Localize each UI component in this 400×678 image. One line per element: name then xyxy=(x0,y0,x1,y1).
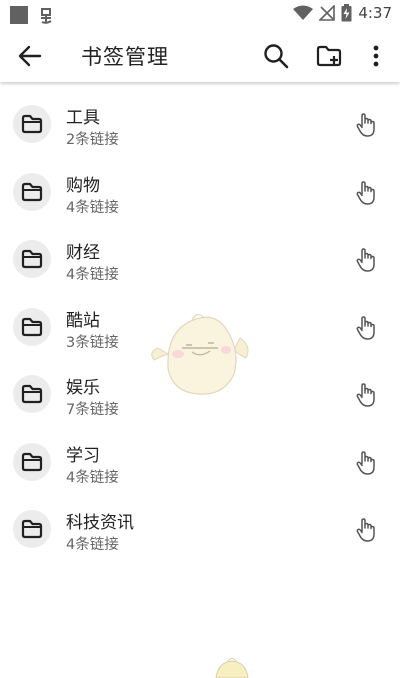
folder-icon xyxy=(13,105,51,143)
folder-row[interactable]: 科技资讯 4条链接 xyxy=(0,495,400,563)
drag-handle-icon[interactable] xyxy=(353,381,379,409)
folder-name: 科技资讯 xyxy=(66,513,134,533)
search-icon[interactable] xyxy=(262,42,290,70)
folder-icon xyxy=(13,240,51,278)
folder-link-count: 4条链接 xyxy=(66,469,119,486)
folder-row[interactable]: 学习 4条链接 xyxy=(0,428,400,496)
folder-name: 学习 xyxy=(66,445,100,466)
notification-square-icon xyxy=(10,6,28,24)
folder-link-count: 4条链接 xyxy=(66,199,119,216)
folder-plus-icon[interactable] xyxy=(315,42,343,70)
folder-name: 酷站 xyxy=(66,310,100,331)
folder-row[interactable]: 财经 4条链接 xyxy=(0,225,400,293)
drag-handle-icon[interactable] xyxy=(353,314,379,342)
debug-bug-icon xyxy=(41,8,52,24)
status-time: 4:37 xyxy=(358,4,392,22)
drag-handle-icon[interactable] xyxy=(353,179,379,207)
drag-handle-icon[interactable] xyxy=(353,449,379,477)
folder-link-count: 4条链接 xyxy=(66,537,119,553)
drag-handle-icon[interactable] xyxy=(353,111,379,139)
no-signal-icon xyxy=(319,5,336,21)
mascot-illustration xyxy=(151,313,249,395)
battery-charging-icon xyxy=(341,4,352,22)
folder-name: 财经 xyxy=(66,243,100,263)
folder-icon xyxy=(13,172,51,211)
folder-row[interactable]: 购物 4条链接 xyxy=(0,158,400,226)
folder-icon xyxy=(13,442,51,481)
folder-row[interactable]: 工具 2条链接 xyxy=(0,90,400,158)
folder-icon xyxy=(13,307,51,346)
folder-link-count: 4条链接 xyxy=(66,267,119,283)
folder-icon xyxy=(13,375,51,413)
folder-icon xyxy=(13,510,51,548)
app-bar: 书签管理 xyxy=(0,28,400,82)
folder-name: 工具 xyxy=(66,108,100,128)
status-bar: 4:37 xyxy=(0,0,400,28)
wifi-icon xyxy=(293,5,314,20)
folder-name: 娱乐 xyxy=(66,378,100,398)
more-vert-icon[interactable] xyxy=(366,42,386,70)
drag-handle-icon[interactable] xyxy=(353,246,379,274)
folder-link-count: 7条链接 xyxy=(66,402,119,418)
mascot-peek-illustration xyxy=(215,658,249,678)
page-title: 书签管理 xyxy=(81,45,169,69)
drag-handle-icon[interactable] xyxy=(353,516,379,544)
folder-link-count: 3条链接 xyxy=(66,334,119,351)
folder-link-count: 2条链接 xyxy=(66,132,119,148)
folder-name: 购物 xyxy=(66,175,100,196)
back-arrow-icon[interactable] xyxy=(16,42,44,70)
